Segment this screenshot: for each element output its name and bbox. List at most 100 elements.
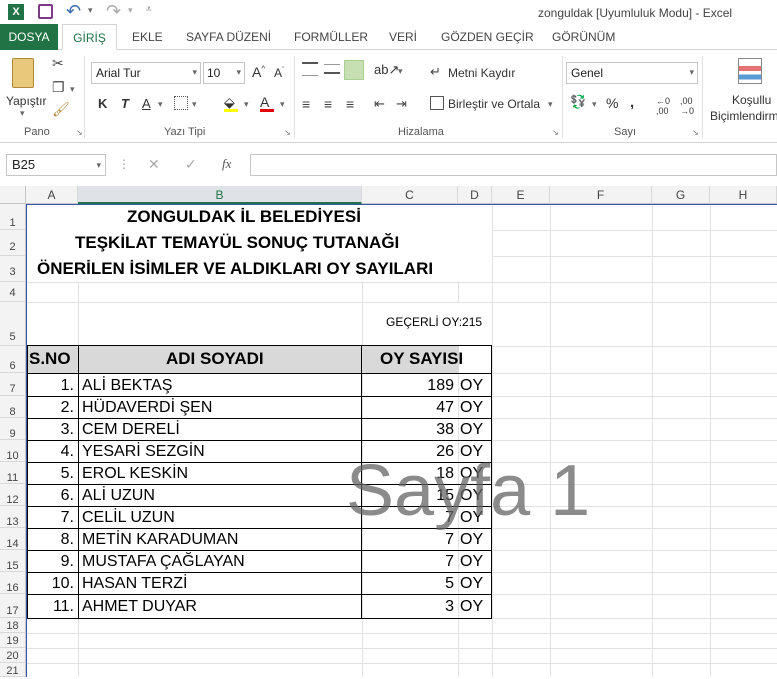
row-header[interactable]: 20 [0, 648, 26, 663]
fill-color-icon[interactable]: ⬙ [224, 94, 238, 112]
accounting-dropdown-icon[interactable]: ▾ [592, 99, 597, 110]
row-header[interactable]: 15 [0, 550, 26, 572]
format-painter-icon[interactable]: 🖌 [52, 102, 70, 116]
save-icon[interactable] [38, 4, 53, 19]
align-left-icon[interactable]: ≡ [302, 96, 310, 112]
wrap-text-icon[interactable]: ↵ [430, 64, 441, 80]
vote-count[interactable]: 38 [362, 421, 454, 439]
row-number[interactable]: 3. [27, 421, 74, 439]
row-number[interactable]: 1. [27, 377, 74, 395]
row-header[interactable]: 3 [0, 256, 26, 282]
bold-button[interactable]: K [98, 96, 107, 111]
vote-count[interactable]: 7 [362, 531, 454, 549]
row-number[interactable]: 5. [27, 465, 74, 483]
candidate-name[interactable]: HÜDAVERDİ ŞEN [82, 399, 212, 417]
italic-button[interactable]: T [121, 96, 129, 111]
cancel-icon[interactable]: ✕ [148, 156, 160, 173]
tab-file[interactable]: DOSYA [0, 24, 58, 50]
underline-button[interactable]: A [142, 96, 151, 111]
font-color-dropdown-icon[interactable]: ▾ [280, 99, 285, 110]
row-header[interactable]: 1 [0, 204, 26, 230]
tab-formulas[interactable]: FORMÜLLER [294, 24, 368, 50]
merge-dropdown-icon[interactable]: ▾ [548, 99, 553, 110]
row-header[interactable]: 10 [0, 440, 26, 462]
row-header[interactable]: 7 [0, 373, 26, 396]
borders-icon[interactable] [174, 96, 188, 110]
paste-dropdown-icon[interactable]: ▾ [20, 108, 25, 119]
candidate-name[interactable]: MUSTAFA ÇAĞLAYAN [82, 553, 245, 571]
row-header[interactable]: 12 [0, 484, 26, 506]
row-header[interactable]: 5 [0, 302, 26, 346]
alignment-launcher-icon[interactable]: ↘ [552, 128, 559, 137]
undo-dropdown-icon[interactable]: ▾ [88, 5, 93, 16]
row-number[interactable]: 7. [27, 509, 74, 527]
conditional-formatting-icon[interactable] [738, 58, 762, 84]
orientation-icon[interactable]: ab↗ [374, 62, 399, 78]
conditional-formatting-label[interactable]: Koşullu [732, 93, 771, 107]
redo-icon[interactable]: ↷ [106, 1, 121, 22]
increase-font-icon[interactable]: A^ [252, 64, 265, 80]
row-header[interactable]: 6 [0, 346, 26, 373]
vote-unit[interactable]: OY [460, 598, 483, 616]
candidate-name[interactable]: HASAN TERZİ [82, 575, 188, 593]
number-launcher-icon[interactable]: ↘ [692, 128, 699, 137]
row-header[interactable]: 2 [0, 230, 26, 256]
enter-icon[interactable]: ✓ [185, 156, 197, 173]
column-header-b[interactable]: B [78, 186, 362, 204]
font-size-box[interactable]: 10 ▾ [203, 62, 245, 84]
chevron-down-icon[interactable]: ▾ [96, 155, 101, 175]
candidate-name[interactable]: CELİL UZUN [82, 509, 175, 527]
column-header-h[interactable]: H [710, 186, 777, 204]
insert-function-button[interactable]: fx [222, 156, 231, 172]
tab-home[interactable]: GİRİŞ [62, 24, 117, 50]
vote-unit[interactable]: OY [460, 575, 483, 593]
fill-dropdown-icon[interactable]: ▾ [244, 99, 249, 110]
row-header[interactable]: 17 [0, 594, 26, 618]
row-header[interactable]: 4 [0, 282, 26, 302]
accounting-format-icon[interactable]: 💱 [570, 94, 586, 110]
candidate-name[interactable]: AHMET DUYAR [82, 598, 197, 616]
row-header[interactable]: 18 [0, 618, 26, 633]
column-header-a[interactable]: A [26, 186, 78, 204]
align-right-icon[interactable]: ≡ [346, 96, 354, 112]
row-number[interactable]: 11. [27, 598, 74, 616]
row-header[interactable]: 9 [0, 418, 26, 440]
vote-unit[interactable]: OY [460, 377, 483, 395]
row-number[interactable]: 2. [27, 399, 74, 417]
tab-data[interactable]: VERİ [389, 24, 417, 50]
row-number[interactable]: 10. [27, 575, 74, 593]
row-number[interactable]: 8. [27, 531, 74, 549]
formula-input[interactable] [250, 154, 777, 176]
align-middle-icon[interactable] [324, 64, 340, 74]
increase-decimal-icon[interactable]: ←0,00 [656, 96, 670, 116]
copy-icon[interactable]: ❐ [52, 80, 65, 94]
chevron-down-icon[interactable]: ▾ [236, 67, 241, 78]
undo-icon[interactable]: ↶ [66, 1, 81, 22]
row-number[interactable]: 9. [27, 553, 74, 571]
conditional-formatting-label-2[interactable]: Biçimlendirm [710, 109, 777, 123]
row-header[interactable]: 8 [0, 396, 26, 418]
select-all-corner[interactable] [0, 186, 26, 204]
row-header[interactable]: 21 [0, 663, 26, 677]
tab-view[interactable]: GÖRÜNÜM [552, 24, 615, 50]
row-number[interactable]: 4. [27, 443, 74, 461]
clipboard-launcher-icon[interactable]: ↘ [76, 128, 83, 137]
customize-toolbar-icon[interactable]: ⩡ [146, 4, 152, 15]
vote-unit[interactable]: OY [460, 421, 483, 439]
cut-icon[interactable]: ✂ [52, 56, 64, 70]
number-format-box[interactable]: Genel ▾ [566, 62, 698, 84]
orientation-dropdown-icon[interactable]: ▾ [398, 66, 403, 77]
row-header[interactable]: 11 [0, 462, 26, 484]
font-launcher-icon[interactable]: ↘ [284, 128, 291, 137]
candidate-name[interactable]: YESARİ SEZGİN [82, 443, 205, 461]
vote-unit[interactable]: OY [460, 399, 483, 417]
font-name-box[interactable]: Arial Tur ▾ [91, 62, 201, 84]
increase-indent-icon[interactable]: ⇥ [396, 96, 407, 112]
tab-page-layout[interactable]: SAYFA DÜZENİ [186, 24, 271, 50]
candidate-name[interactable]: CEM DERELİ [82, 421, 180, 439]
column-header-d[interactable]: D [458, 186, 492, 204]
align-center-icon[interactable]: ≡ [324, 96, 332, 112]
decrease-font-icon[interactable]: Aˇ [274, 66, 284, 80]
percent-icon[interactable]: % [606, 95, 618, 111]
align-top-icon[interactable] [302, 62, 318, 76]
